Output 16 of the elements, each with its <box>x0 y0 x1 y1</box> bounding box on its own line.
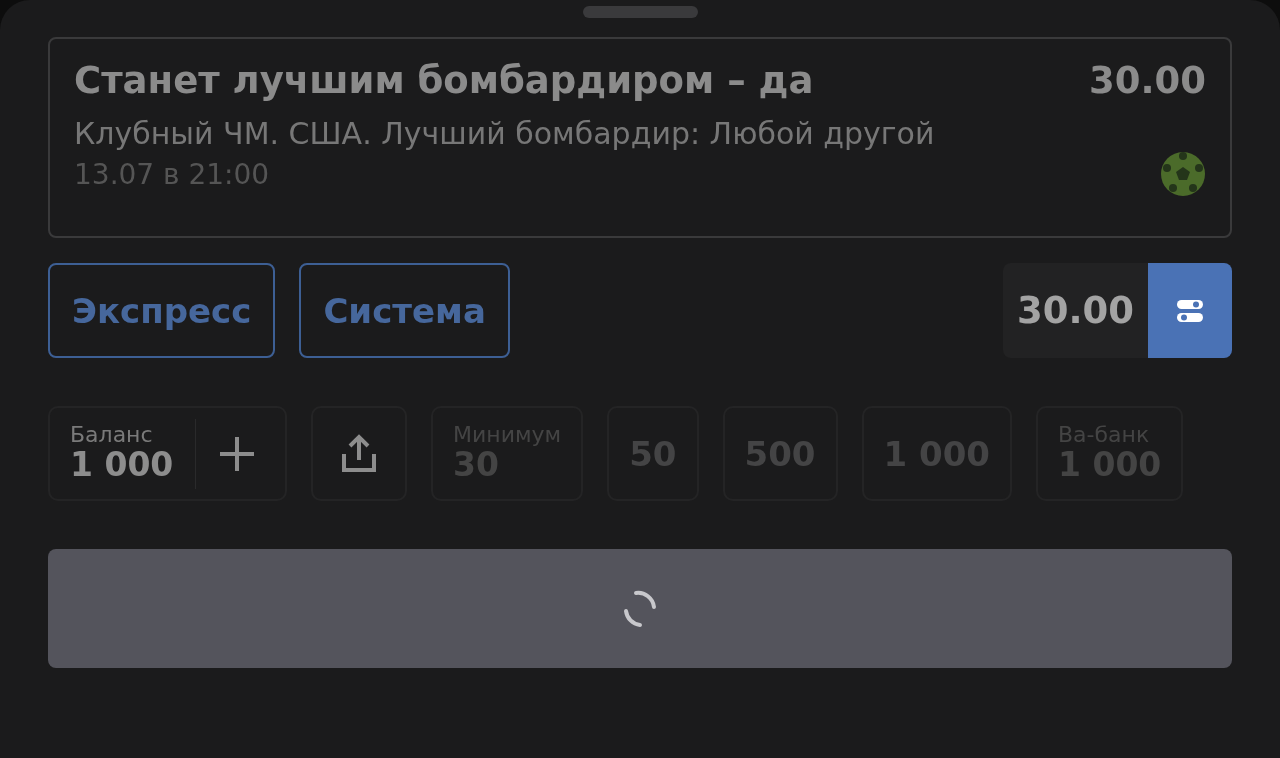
total-odds: 30.00 <box>1002 263 1148 358</box>
spinner-icon <box>622 588 658 629</box>
bet-type-button[interactable]: Экспресс <box>48 263 276 358</box>
bet-type-button[interactable]: Система <box>299 263 510 358</box>
bet-odds: 30.00 <box>1088 59 1206 102</box>
plus-icon[interactable] <box>218 434 257 473</box>
share-icon <box>339 433 379 474</box>
share-button[interactable] <box>311 406 407 501</box>
drag-handle[interactable] <box>583 6 698 18</box>
event-time: 13.07 в 21:00 <box>74 157 270 191</box>
balance-value: 1 000 <box>70 447 174 484</box>
event-name: Клубный ЧМ. США. Лучший бомбардир: Любой другой <box>74 116 936 151</box>
balance-label: Баланс <box>70 423 154 448</box>
soccer-ball-icon <box>1160 151 1206 197</box>
bet-title: Станет лучшим бомбардиром – да <box>74 59 814 102</box>
toggle-button[interactable] <box>1148 263 1232 358</box>
